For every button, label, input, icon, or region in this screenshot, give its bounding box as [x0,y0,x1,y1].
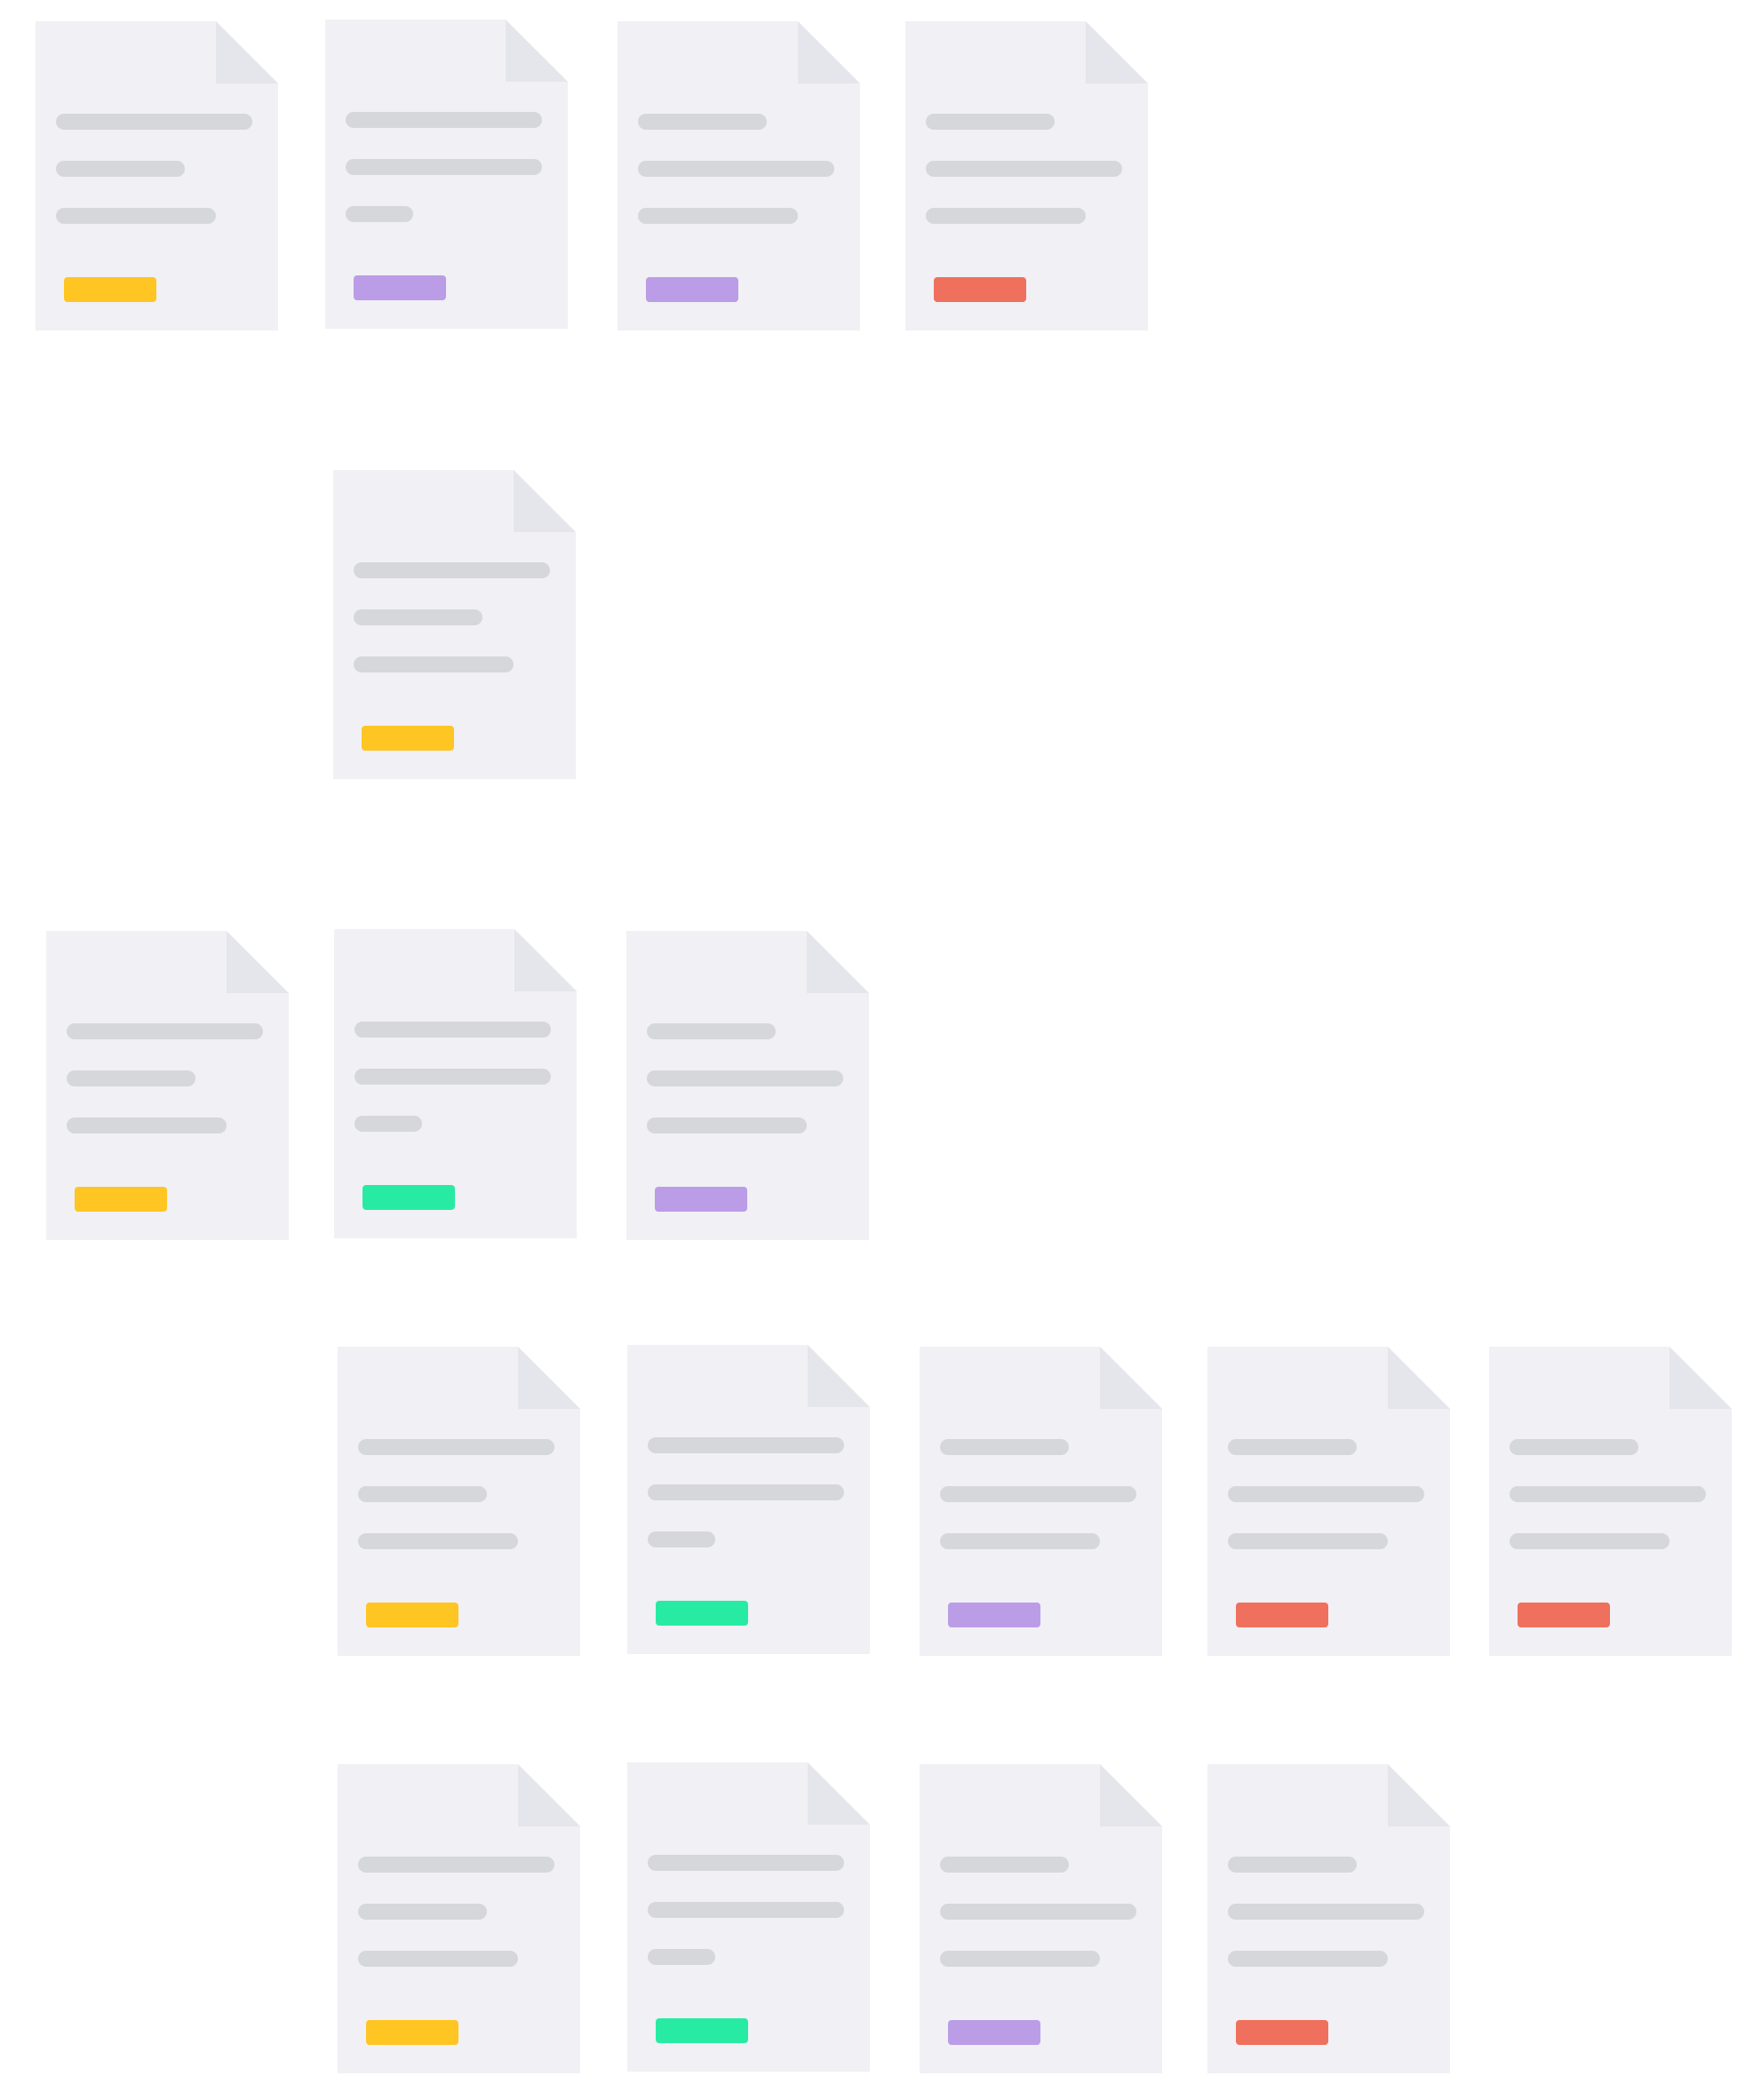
document-icon [1207,1764,1450,2073]
document-fold [514,470,576,532]
document-fold [798,21,860,84]
document-icon [618,21,860,330]
tag-yellow [362,726,454,751]
document-fold [808,1345,870,1407]
tag-yellow [366,1603,458,1627]
document-icon [338,1764,580,2073]
document-fold [1086,21,1148,84]
document-fold [514,929,577,991]
tag-purple [948,1603,1040,1627]
group-3 [46,929,869,1240]
tag-yellow [75,1187,167,1212]
document-icon [905,21,1148,330]
document-icon [325,20,568,329]
document-fold [1388,1347,1450,1409]
tag-red [934,277,1026,302]
document-icon [1207,1347,1450,1656]
document-fold [1100,1347,1162,1409]
document-icon [626,931,869,1240]
document-fold [1669,1347,1732,1409]
document-icon [627,1762,870,2072]
group-4 [338,1345,1732,1656]
tag-purple [354,275,446,300]
tag-red [1518,1603,1610,1627]
document-icon [36,21,278,330]
document-fold [518,1347,580,1409]
tag-yellow [366,2020,458,2045]
group-2 [333,470,576,779]
tag-green [656,1601,748,1626]
tag-red [1236,1603,1328,1627]
document-icon [333,470,576,779]
document-icon [334,929,577,1238]
document-fold [518,1764,580,1826]
document-fold [506,20,568,82]
document-icon [920,1347,1162,1656]
tag-red [1236,2020,1328,2045]
document-groups-diagram [36,20,1732,2073]
tag-purple [948,2020,1040,2045]
tag-yellow [64,277,156,302]
document-icon [920,1764,1162,2073]
document-fold [227,931,289,993]
tag-purple [655,1187,747,1212]
document-icon [1489,1347,1732,1656]
tag-green [363,1185,455,1210]
document-icon [46,931,289,1240]
document-icon [627,1345,870,1654]
tag-purple [646,277,738,302]
document-fold [216,21,278,84]
group-1 [36,20,1148,330]
document-fold [808,1762,870,1825]
group-5 [338,1762,1450,2073]
document-fold [1100,1764,1162,1826]
document-fold [807,931,869,993]
document-fold [1388,1764,1450,1826]
tag-green [656,2018,748,2043]
document-icon [338,1347,580,1656]
